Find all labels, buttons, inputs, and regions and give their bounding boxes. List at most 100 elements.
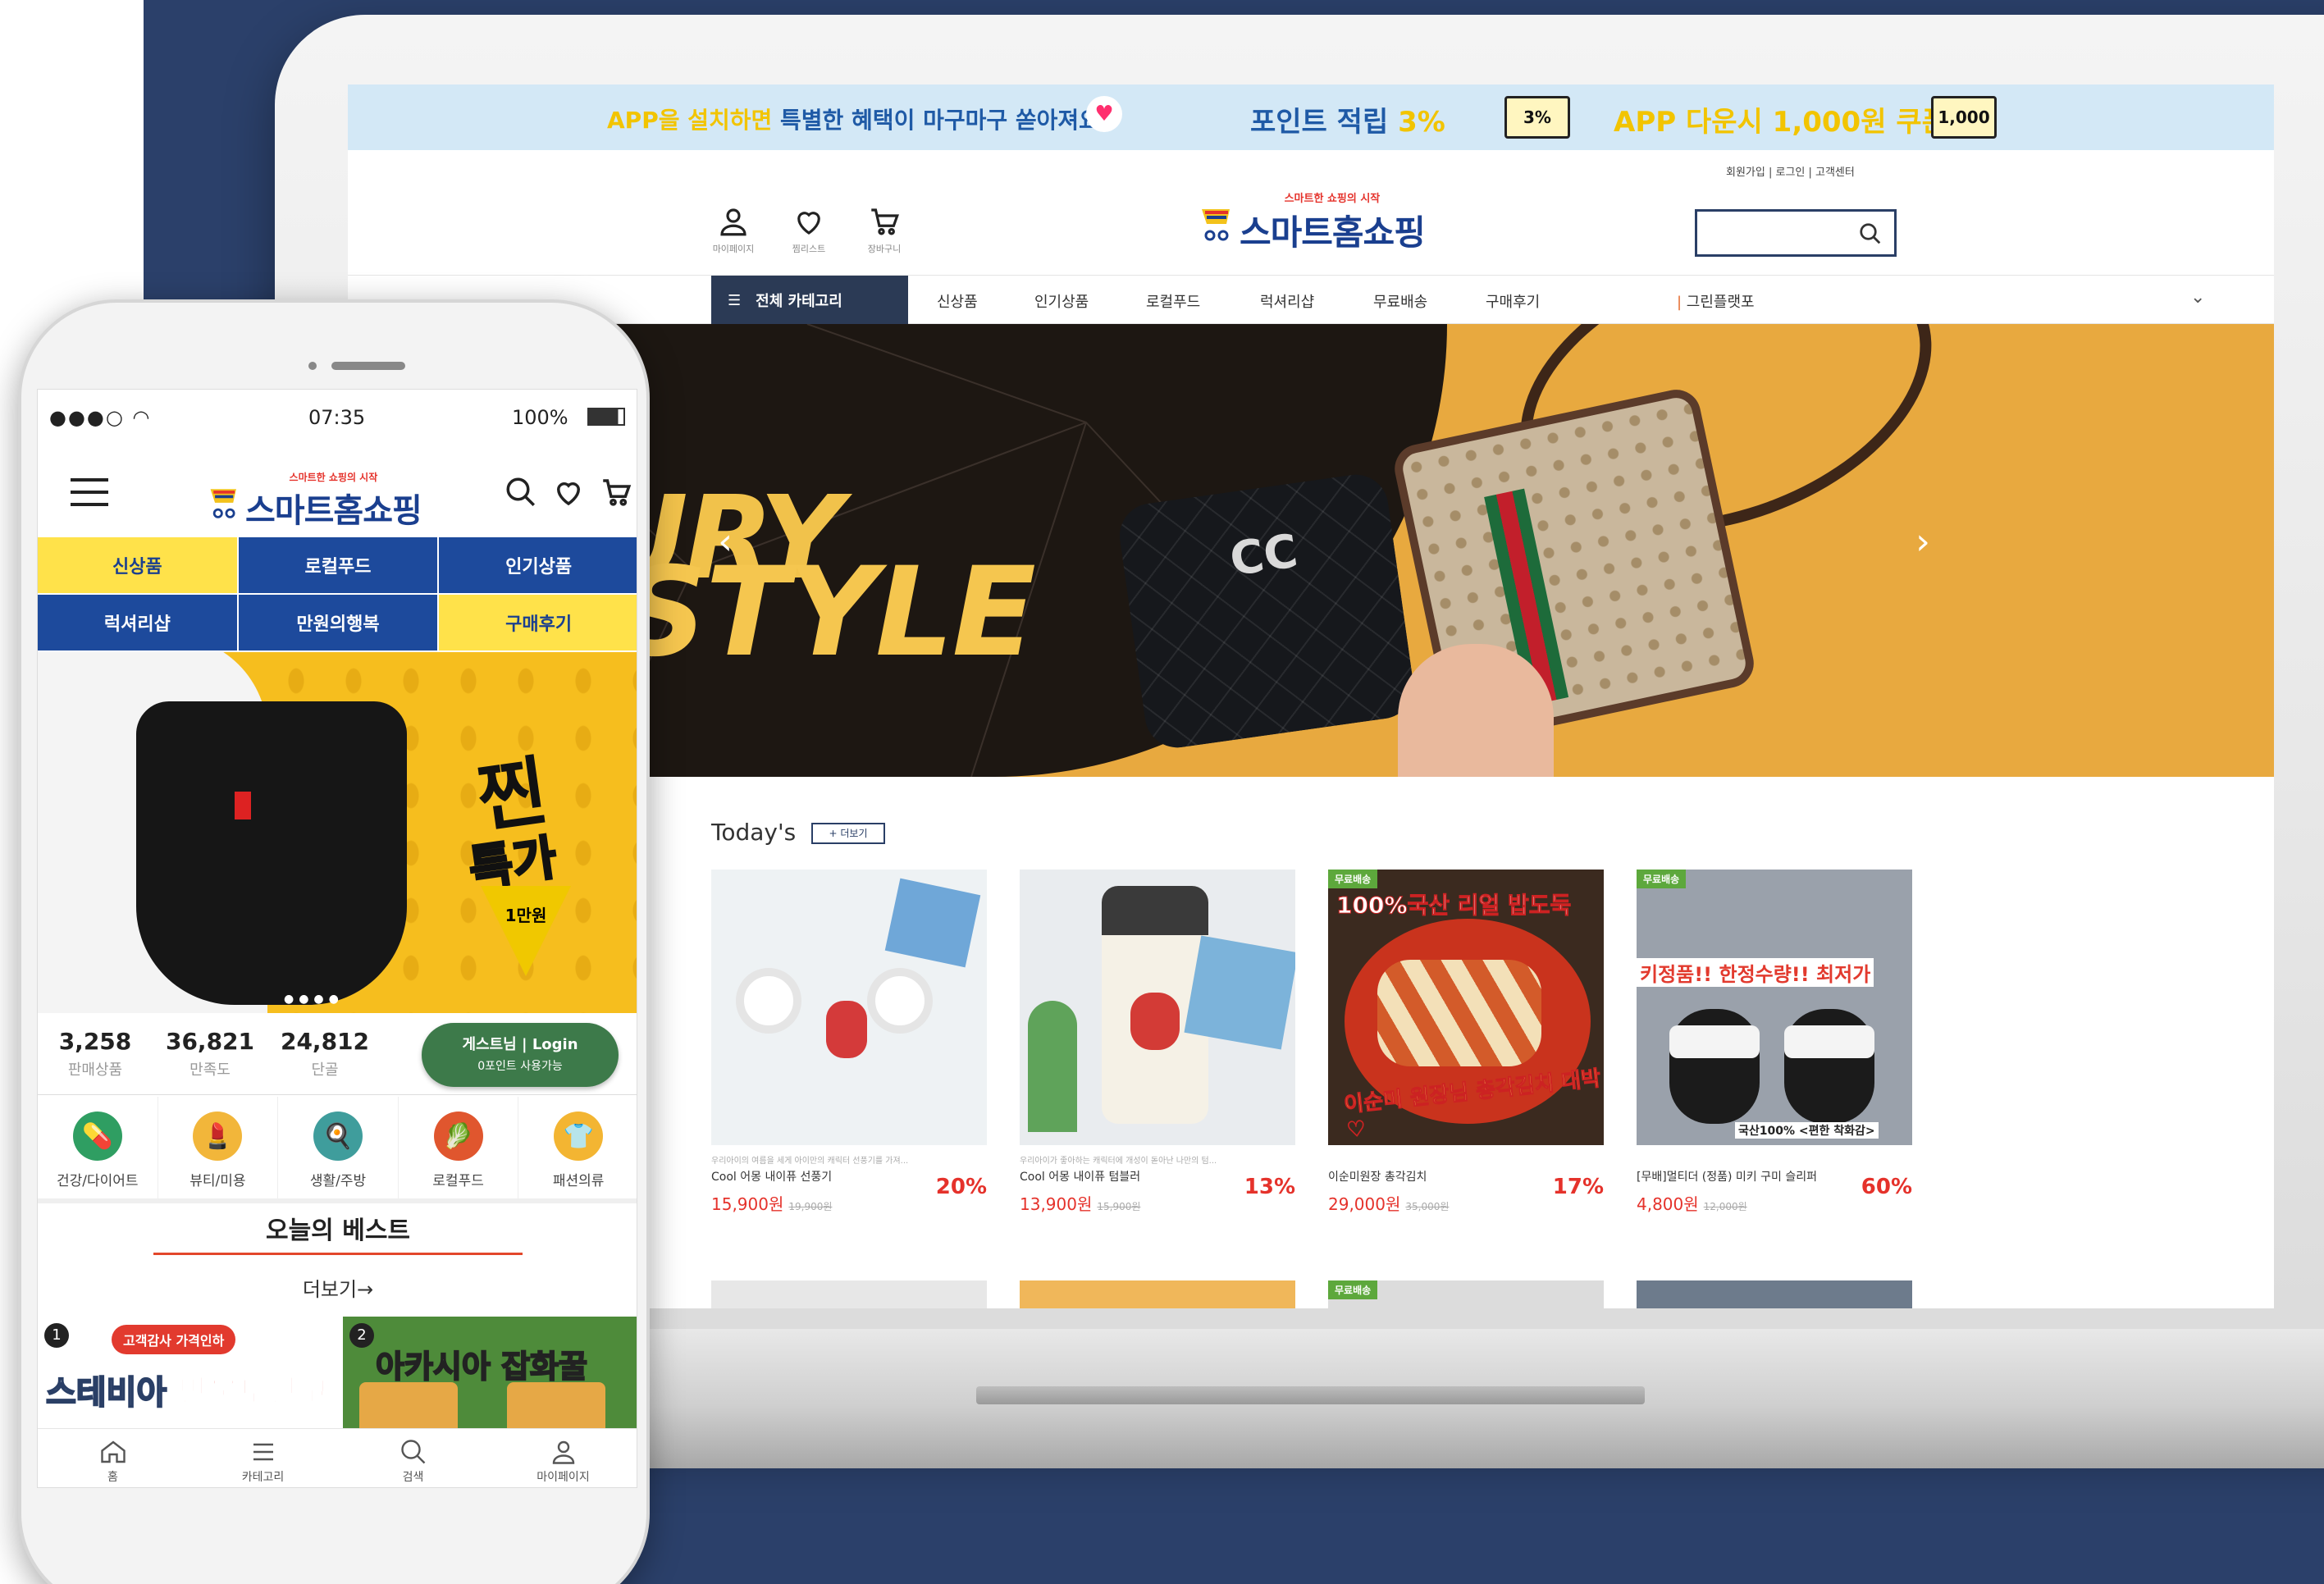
nav-item-new[interactable]: 신상품 [937,290,978,312]
product-card[interactable]: 우리아이의 여름을 세게 아이만의 캐릭터 선풍기를 가져... Cool 어몽… [711,870,987,1215]
product-card[interactable]: 우리아이가 좋아하는 캐릭터에 개성이 돋아난 나만의 텀... Cool 어몽… [1020,870,1295,1215]
food-icon: 🥬 [433,1112,483,1161]
icon-cat-label: 생활/주방 [309,1173,367,1189]
hamburger-menu-icon[interactable] [71,478,108,506]
product-discount: 60% [1861,1175,1912,1199]
header-icon-label: 찜리스트 [792,244,826,254]
product-card-partial[interactable] [1637,1280,1912,1308]
tab-label: 홈 [107,1471,118,1484]
product-card[interactable]: 무료배송 100%국산 리얼 밥도둑 이순미 원장님 총각김치 대박♡ 이순미원… [1328,870,1604,1215]
best-item-text-b: 방울토망고 [177,1373,330,1413]
phone-camera [308,362,317,370]
mypage-button[interactable]: 마이페이지 [709,204,758,255]
tab-categories[interactable]: 카테고리 [188,1429,338,1487]
cart-button[interactable]: 장바구니 [860,204,909,255]
kitchen-icon: 🍳 [313,1112,363,1161]
guest-login-button[interactable]: 게스트님 | Login 0포인트 사용가능 [422,1023,619,1087]
tab-mypage[interactable]: 마이페이지 [488,1429,637,1487]
nav-item-luxury[interactable]: 럭셔리샵 [1260,290,1314,312]
icon-cat-health[interactable]: 💊 건강/다이어트 [38,1097,158,1198]
stat-label: 만족도 [189,1061,231,1079]
product-original-price: 35,000원 [1405,1201,1450,1212]
tab-label: 마이페이지 [536,1471,590,1484]
product-discount: 20% [935,1175,987,1199]
tab-search[interactable]: 검색 [338,1429,488,1487]
mobile-cat-new[interactable]: 신상품 [38,537,237,593]
promo-strip[interactable]: APP을 설치하면 특별한 혜택이 마구마구 쏟아져요 ♥ 포인트 적립 3% … [348,84,2274,150]
chevron-down-icon[interactable]: ⌄ [2190,287,2205,308]
search-icon[interactable] [1858,221,1883,246]
stat-label: 판매상품 [67,1061,123,1079]
nav-item-free-shipping[interactable]: 무료배송 [1373,290,1427,312]
product-card[interactable]: 무료배송 키정품!! 한정수량!! 최저가 국산100% <편한 착화감> [무… [1637,870,1912,1215]
all-categories-button[interactable]: ☰ 전체 카테고리 [711,276,908,325]
site-logo[interactable]: 스마트한 쇼핑의 시작 스마트홈쇼핑 [1197,189,1426,255]
battery-icon [587,408,625,426]
product-image: 무료배송 100%국산 리얼 밥도둑 이순미 원장님 총각김치 대박♡ [1328,870,1604,1145]
nav-dropdown-value: 그린플랫포 [1686,294,1755,311]
hero-next-arrow[interactable]: › [1906,521,1939,570]
coupon-1000-icon: 1,000 [1931,96,1997,139]
guest-login-title: 게스트님 | Login [462,1036,578,1053]
product-card-partial[interactable] [711,1280,987,1308]
status-bar: ●●●○ ◠ 07:35 100% [38,390,637,447]
mobile-banner[interactable]: 찐 특가 1만원 ●●●● [38,652,637,1013]
nav-item-reviews[interactable]: 구매후기 [1486,290,1540,312]
free-shipping-badge: 무료배송 [1328,1280,1378,1299]
heart-icon[interactable] [551,475,586,509]
icon-cat-fashion[interactable]: 👕 패션의류 [518,1097,637,1198]
cosmetics-icon: 💄 [193,1112,243,1161]
best-item-1[interactable]: 1 고객감사 가격인하 스테비아 방울토망고 [38,1317,340,1428]
product-card-partial[interactable]: 무료배송 [1328,1280,1604,1308]
wishlist-button[interactable]: 찜리스트 [784,204,833,255]
top-account-menu[interactable]: 회원가입 | 로그인 | 고객센터 [1726,163,1855,179]
icon-cat-kitchen[interactable]: 🍳 생활/주방 [278,1097,399,1198]
hero-prev-arrow[interactable]: ‹ [709,521,742,570]
product-description [1328,1153,1604,1165]
promo-install-text: APP을 설치하면 특별한 혜택이 마구마구 쏟아져요 [607,107,1100,134]
mobile-header-icons [504,475,633,509]
mobile-stats: 3,258 판매상품 36,821 만족도 24,812 단골 게스트님 | Logi… [38,1013,637,1095]
cart-icon[interactable] [599,475,633,509]
wallet-image: CC [1115,470,1418,752]
rank-badge: 2 [349,1323,374,1348]
header-icon-label: 장바구니 [867,244,902,254]
icon-cat-label: 패션의류 [552,1173,605,1189]
tab-label: 검색 [402,1471,424,1484]
free-shipping-badge: 무료배송 [1637,870,1687,888]
icon-cat-beauty[interactable]: 💄 뷰티/미용 [158,1097,279,1198]
best-item-text-a: 스테비아 [45,1373,179,1413]
product-image: 무료배송 키정품!! 한정수량!! 최저가 국산100% <편한 착화감> [1637,870,1912,1145]
bottom-tab-bar: 홈 카테고리 검색 마이페이지 [38,1428,637,1487]
nav-item-local-food[interactable]: 로컬푸드 [1146,290,1200,312]
mobile-cat-10000won[interactable]: 만원의행복 [238,595,438,650]
banner-pagination[interactable]: ●●●● [284,993,344,1006]
mobile-category-grid: 신상품 로컬푸드 인기상품 럭셔리샵 만원의행복 구매후기 [38,537,637,650]
search-input[interactable] [1695,209,1897,257]
tab-home[interactable]: 홈 [38,1429,188,1487]
product-card-partial[interactable] [1020,1280,1295,1308]
search-icon[interactable] [504,475,538,509]
nav-item-popular[interactable]: 인기상품 [1034,290,1089,312]
mobile-cat-popular[interactable]: 인기상품 [439,537,637,593]
best-item-text: 스테비아 방울토망고 [45,1366,330,1413]
dropdown-marker: | [1677,294,1687,311]
price-cut-bubble: 고객감사 가격인하 [112,1325,236,1354]
logo-cart-icon [1202,209,1230,241]
mobile-cat-local-food[interactable]: 로컬푸드 [238,537,438,593]
product-image [1020,870,1295,1145]
hand-image [1398,644,1554,777]
icon-cat-local-food[interactable]: 🥬 로컬푸드 [399,1097,519,1198]
phone-frame: ●●●○ ◠ 07:35 100% 스마트한 쇼핑의 시작 스마트홈쇼핑 신상품 [18,299,650,1584]
stat-products: 3,258 판매상품 [46,1028,144,1080]
best-item-2[interactable]: 2 아카시아 잡화꿀 [343,1317,637,1428]
todays-best-more-link[interactable]: 더보기→ [38,1273,637,1302]
mobile-cat-luxury[interactable]: 럭셔리샵 [38,595,237,650]
free-shipping-badge: 무료배송 [1328,870,1378,888]
mobile-logo[interactable]: 스마트한 쇼핑의 시작 스마트홈쇼핑 [206,470,422,532]
header-icon-group: 마이페이지 찜리스트 장바구니 [709,204,909,255]
nav-dropdown[interactable]: | 그린플랫포 [1677,290,1755,312]
clothes-icon: 👕 [554,1112,604,1161]
mobile-cat-reviews[interactable]: 구매후기 [439,595,637,650]
todays-more-button[interactable]: + 더보기 [811,823,885,844]
